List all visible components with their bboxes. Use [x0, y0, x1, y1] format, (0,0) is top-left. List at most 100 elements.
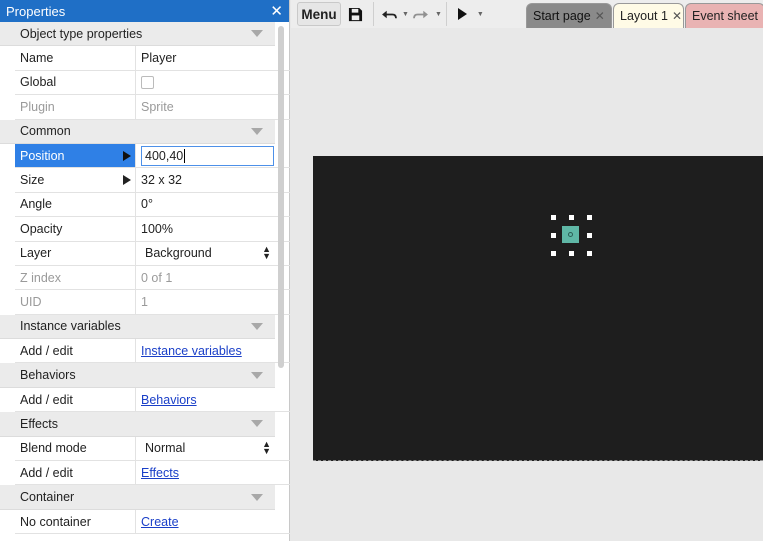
- resize-handle[interactable]: [551, 251, 556, 256]
- property-row-name[interactable]: Name Player: [15, 46, 290, 71]
- expand-arrow-icon[interactable]: [123, 150, 131, 161]
- collapse-triangle-icon[interactable]: [251, 371, 263, 379]
- property-value: 0 of 1: [141, 270, 173, 285]
- properties-header: Properties ✕: [0, 0, 289, 22]
- property-value: Sprite: [141, 99, 174, 114]
- resize-handle[interactable]: [551, 215, 556, 220]
- property-row-effects: Add / edit Effects: [15, 461, 290, 486]
- play-icon[interactable]: [451, 2, 475, 26]
- layout-workspace[interactable]: [291, 28, 763, 541]
- property-row-behaviors: Add / edit Behaviors: [15, 387, 290, 413]
- tab-label: Layout 1: [620, 9, 668, 23]
- collapse-triangle-icon[interactable]: [251, 127, 263, 135]
- category-effects[interactable]: Effects: [0, 412, 275, 437]
- position-input-text: 400,40: [145, 148, 184, 163]
- player-sprite[interactable]: [562, 226, 579, 243]
- property-value: 1: [141, 294, 148, 309]
- properties-grid: Object type properties Name Player Globa…: [0, 22, 290, 541]
- property-value: Behaviors: [136, 388, 274, 411]
- property-label: Size: [15, 168, 136, 192]
- select-arrows-icon: ▲ ▼: [262, 439, 271, 457]
- create-container-link[interactable]: Create: [141, 515, 179, 529]
- property-value: Normal ▲ ▼: [136, 437, 274, 460]
- layout-canvas[interactable]: [313, 156, 763, 461]
- resize-handle[interactable]: [587, 251, 592, 256]
- blend-mode-select-value: Normal: [145, 441, 186, 456]
- collapse-triangle-icon[interactable]: [251, 493, 263, 501]
- category-behaviors[interactable]: Behaviors: [0, 363, 275, 388]
- category-container[interactable]: Container: [0, 485, 275, 510]
- property-row-opacity[interactable]: Opacity 100%: [15, 217, 290, 242]
- property-row-global[interactable]: Global: [15, 70, 290, 96]
- collapse-triangle-icon[interactable]: [251, 420, 263, 428]
- toolbar-separator: [373, 2, 374, 26]
- category-common[interactable]: Common: [0, 119, 275, 144]
- size-label: Size: [20, 173, 45, 188]
- effects-link[interactable]: Effects: [141, 466, 179, 480]
- property-row-instance-variables: Add / edit Instance variables: [15, 339, 290, 364]
- property-value[interactable]: Player: [136, 46, 274, 69]
- property-row-z-index: Z index 0 of 1: [15, 265, 290, 291]
- property-row-size[interactable]: Size 32 x 32: [15, 168, 290, 193]
- tab-label: Start page: [533, 9, 591, 23]
- text-caret: [184, 148, 186, 163]
- property-row-layer[interactable]: Layer Background ▲ ▼: [15, 241, 290, 266]
- layer-select-value: Background: [145, 246, 212, 261]
- tab-event-sheet[interactable]: Event sheet: [685, 3, 763, 28]
- save-icon[interactable]: [341, 2, 369, 26]
- close-icon[interactable]: ✕: [270, 4, 283, 19]
- menu-button[interactable]: Menu: [297, 2, 341, 26]
- close-icon[interactable]: ✕: [672, 9, 682, 23]
- toolbar-separator: [445, 2, 447, 26]
- property-label: Opacity: [15, 217, 136, 241]
- global-checkbox[interactable]: [141, 75, 154, 89]
- undo-icon[interactable]: [378, 2, 400, 26]
- select-arrows-icon: ▲ ▼: [262, 244, 271, 262]
- position-label: Position: [20, 148, 65, 163]
- redo-icon[interactable]: [409, 2, 433, 26]
- resize-handle[interactable]: [587, 215, 592, 220]
- property-label: Blend mode: [15, 436, 136, 461]
- properties-scrollbar[interactable]: [278, 26, 284, 368]
- tab-start-page[interactable]: Start page ✕: [526, 3, 612, 28]
- property-row-position[interactable]: Position 400,40: [15, 143, 290, 169]
- resize-handle[interactable]: [569, 215, 574, 220]
- resize-handle[interactable]: [551, 233, 556, 238]
- property-label: Position: [15, 143, 136, 168]
- instance-variables-link[interactable]: Instance variables: [141, 344, 242, 358]
- position-input[interactable]: 400,40: [141, 145, 274, 166]
- tab-label: Event sheet: [692, 9, 759, 23]
- play-dropdown-icon[interactable]: ▼: [477, 11, 484, 18]
- category-object-type[interactable]: Object type properties: [0, 22, 275, 47]
- close-icon[interactable]: ✕: [595, 9, 605, 23]
- property-value[interactable]: 100%: [136, 217, 274, 240]
- resize-handle[interactable]: [569, 251, 574, 256]
- expand-arrow-icon[interactable]: [123, 175, 131, 186]
- redo-dropdown-icon[interactable]: ▼: [435, 11, 442, 18]
- property-row-angle[interactable]: Angle 0°: [15, 192, 290, 218]
- property-value[interactable]: 32 x 32: [136, 168, 274, 191]
- property-value: Effects: [136, 461, 274, 484]
- category-label: Common: [20, 124, 71, 139]
- layer-select[interactable]: Background ▲ ▼: [141, 242, 274, 265]
- collapse-triangle-icon[interactable]: [251, 322, 263, 330]
- category-label: Effects: [20, 416, 58, 431]
- app-window: Properties ✕ Object type properties Name…: [0, 0, 763, 541]
- properties-title: Properties: [6, 3, 66, 19]
- tab-layout-1[interactable]: Layout 1 ✕: [613, 3, 684, 28]
- property-row-plugin: Plugin Sprite: [15, 95, 290, 120]
- blend-mode-select[interactable]: Normal ▲ ▼: [141, 437, 274, 460]
- property-label: Layer: [15, 241, 136, 265]
- properties-panel: Properties ✕ Object type properties Name…: [0, 0, 290, 541]
- property-row-blend-mode[interactable]: Blend mode Normal ▲ ▼: [15, 436, 290, 462]
- collapse-triangle-icon[interactable]: [251, 30, 263, 38]
- undo-dropdown-icon[interactable]: ▼: [402, 11, 409, 18]
- property-value[interactable]: 0°: [136, 193, 274, 216]
- origin-point-icon: [568, 232, 573, 237]
- property-label: No container: [15, 509, 136, 534]
- property-label: Add / edit: [15, 339, 136, 363]
- category-instance-variables[interactable]: Instance variables: [0, 314, 275, 340]
- resize-handle[interactable]: [587, 233, 592, 238]
- behaviors-link[interactable]: Behaviors: [141, 393, 197, 407]
- property-label: Add / edit: [15, 461, 136, 485]
